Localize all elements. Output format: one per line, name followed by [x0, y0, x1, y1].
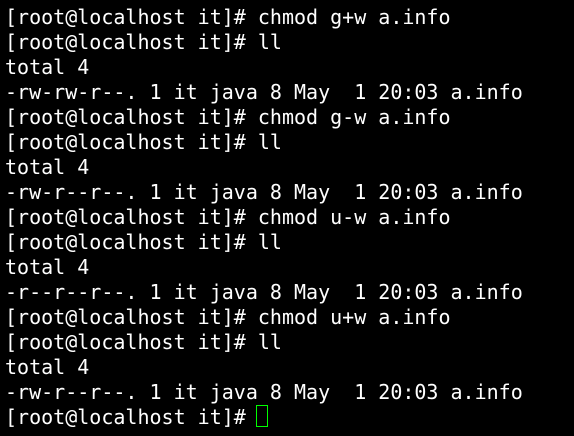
- terminal-line: [root@localhost it]# chmod g+w a.info: [5, 5, 451, 29]
- terminal-line: [root@localhost it]# ll: [5, 130, 282, 154]
- terminal-line: -rw-rw-r--. 1 it java 8 May 1 20:03 a.in…: [5, 80, 523, 104]
- terminal-line: -rw-r--r--. 1 it java 8 May 1 20:03 a.in…: [5, 180, 523, 204]
- terminal-line: -rw-r--r--. 1 it java 8 May 1 20:03 a.in…: [5, 380, 523, 404]
- current-prompt-line[interactable]: [root@localhost it]#: [5, 405, 523, 430]
- terminal-line: total 4: [5, 355, 90, 379]
- terminal-window[interactable]: [root@localhost it]# chmod g+w a.info [r…: [0, 0, 574, 436]
- terminal-output: [root@localhost it]# chmod g+w a.info [r…: [5, 5, 523, 430]
- terminal-line: [root@localhost it]# ll: [5, 230, 282, 254]
- terminal-line: [root@localhost it]# chmod u+w a.info: [5, 305, 451, 329]
- terminal-line: [root@localhost it]# chmod u-w a.info: [5, 205, 451, 229]
- shell-prompt: [root@localhost it]#: [5, 405, 246, 429]
- terminal-line: [root@localhost it]# ll: [5, 330, 282, 354]
- terminal-line: total 4: [5, 55, 90, 79]
- terminal-line: total 4: [5, 155, 90, 179]
- text-cursor[interactable]: [255, 405, 268, 427]
- terminal-line: [root@localhost it]# ll: [5, 30, 282, 54]
- terminal-line: total 4: [5, 255, 90, 279]
- terminal-line: -r--r--r--. 1 it java 8 May 1 20:03 a.in…: [5, 280, 523, 304]
- terminal-line: [root@localhost it]# chmod g-w a.info: [5, 105, 451, 129]
